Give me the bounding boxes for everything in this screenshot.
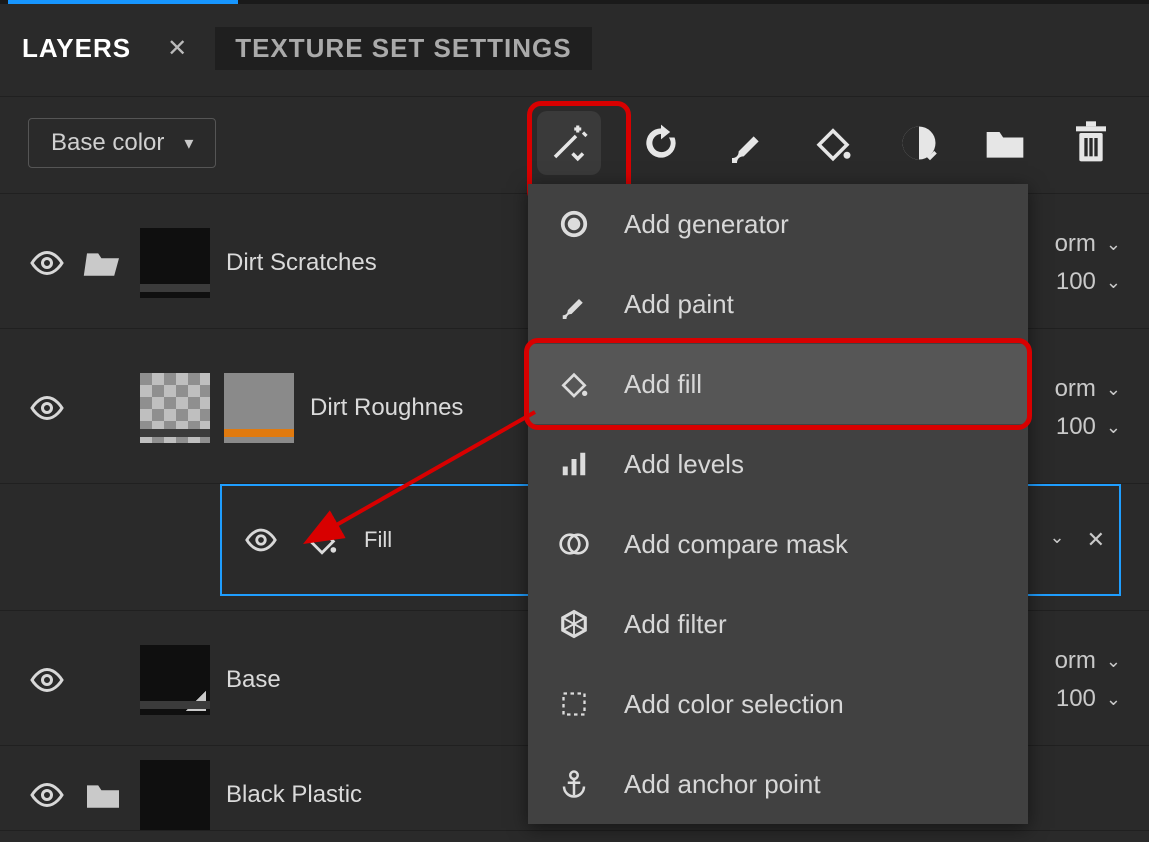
selection-icon [554, 684, 594, 724]
generator-icon [554, 204, 594, 244]
refresh-button[interactable] [635, 117, 687, 169]
channel-label: Base color [51, 129, 164, 157]
menu-add-compare-mask[interactable]: Add compare mask [528, 504, 1028, 584]
visibility-toggle[interactable] [242, 521, 280, 559]
brush-icon [554, 284, 594, 324]
chevron-down-icon: ⌄ [1106, 379, 1121, 400]
folder-icon [983, 123, 1027, 163]
layer-name[interactable]: Black Plastic [226, 781, 362, 809]
tab-close-icon[interactable]: ✕ [167, 34, 187, 63]
menu-label: Add anchor point [624, 769, 821, 800]
menu-label: Add compare mask [624, 529, 848, 560]
eye-icon [29, 662, 65, 698]
blend-mode[interactable]: orm [1055, 647, 1096, 675]
brush-icon [727, 123, 767, 163]
blend-mode[interactable]: orm [1055, 230, 1096, 258]
menu-add-fill[interactable]: Add fill [528, 344, 1028, 424]
menu-label: Add filter [624, 609, 727, 640]
chevron-down-icon: ⌄ [1106, 651, 1121, 672]
menu-add-paint[interactable]: Add paint [528, 264, 1028, 344]
panel-tabs: LAYERS ✕ TEXTURE SET SETTINGS [0, 4, 1149, 97]
menu-add-filter[interactable]: Add filter [528, 584, 1028, 664]
eye-icon [244, 523, 278, 557]
anchor-icon [554, 764, 594, 804]
smart-material-icon [897, 121, 941, 165]
brush-button[interactable] [721, 117, 773, 169]
chevron-down-icon: ⌄ [1106, 417, 1121, 438]
visibility-toggle[interactable] [28, 776, 66, 814]
eye-icon [29, 777, 65, 813]
menu-add-anchor-point[interactable]: Add anchor point [528, 744, 1028, 824]
refresh-icon [639, 121, 683, 165]
folder-icon[interactable] [82, 779, 124, 811]
menu-label: Add generator [624, 209, 789, 240]
channel-select[interactable]: Base color ▾ [28, 118, 216, 168]
visibility-toggle[interactable] [28, 389, 66, 427]
smart-material-button[interactable] [893, 117, 945, 169]
chevron-down-icon: ⌄ [1106, 234, 1121, 255]
bucket-button[interactable] [807, 117, 859, 169]
chevron-down-icon: ⌄ [1106, 689, 1121, 710]
compare-icon [554, 524, 594, 564]
delete-button[interactable] [1065, 117, 1117, 169]
opacity-value[interactable]: 100 [1056, 413, 1096, 441]
bucket-icon [302, 520, 342, 560]
layer-name[interactable]: Dirt Roughnes [310, 394, 463, 422]
chevron-down-icon: ▾ [184, 133, 193, 154]
opacity-value[interactable]: 100 [1056, 685, 1096, 713]
toolbar: Base color ▾ [0, 97, 1149, 194]
blend-mode[interactable]: orm [1055, 375, 1096, 403]
chevron-down-icon[interactable]: ⌄ [1049, 527, 1064, 553]
levels-icon [554, 444, 594, 484]
layer-name[interactable]: Base [226, 666, 281, 694]
new-folder-button[interactable] [979, 117, 1031, 169]
folder-open-icon[interactable] [82, 247, 124, 279]
close-icon[interactable]: ✕ [1087, 527, 1105, 553]
tab-texture-set-settings[interactable]: TEXTURE SET SETTINGS [215, 27, 591, 70]
bucket-icon [812, 122, 854, 164]
menu-label: Add paint [624, 289, 734, 320]
sublayer-name[interactable]: Fill [364, 527, 392, 553]
visibility-toggle[interactable] [28, 661, 66, 699]
filter-icon [554, 604, 594, 644]
tab-layers[interactable]: LAYERS [22, 33, 131, 64]
visibility-toggle[interactable] [28, 244, 66, 282]
trash-icon [1071, 121, 1111, 165]
opacity-value[interactable]: 100 [1056, 268, 1096, 296]
eye-icon [29, 390, 65, 426]
add-effect-menu: Add generator Add paint Add fill Add lev… [528, 184, 1028, 824]
add-effect-button[interactable] [543, 117, 595, 169]
menu-label: Add fill [624, 369, 702, 400]
menu-add-generator[interactable]: Add generator [528, 184, 1028, 264]
layer-name[interactable]: Dirt Scratches [226, 249, 377, 277]
eye-icon [29, 245, 65, 281]
bucket-icon [554, 364, 594, 404]
menu-add-levels[interactable]: Add levels [528, 424, 1028, 504]
menu-label: Add levels [624, 449, 744, 480]
wand-icon [548, 122, 590, 164]
menu-add-color-selection[interactable]: Add color selection [528, 664, 1028, 744]
chevron-down-icon: ⌄ [1106, 272, 1121, 293]
layer-thumbnail[interactable] [140, 760, 210, 830]
menu-label: Add color selection [624, 689, 844, 720]
